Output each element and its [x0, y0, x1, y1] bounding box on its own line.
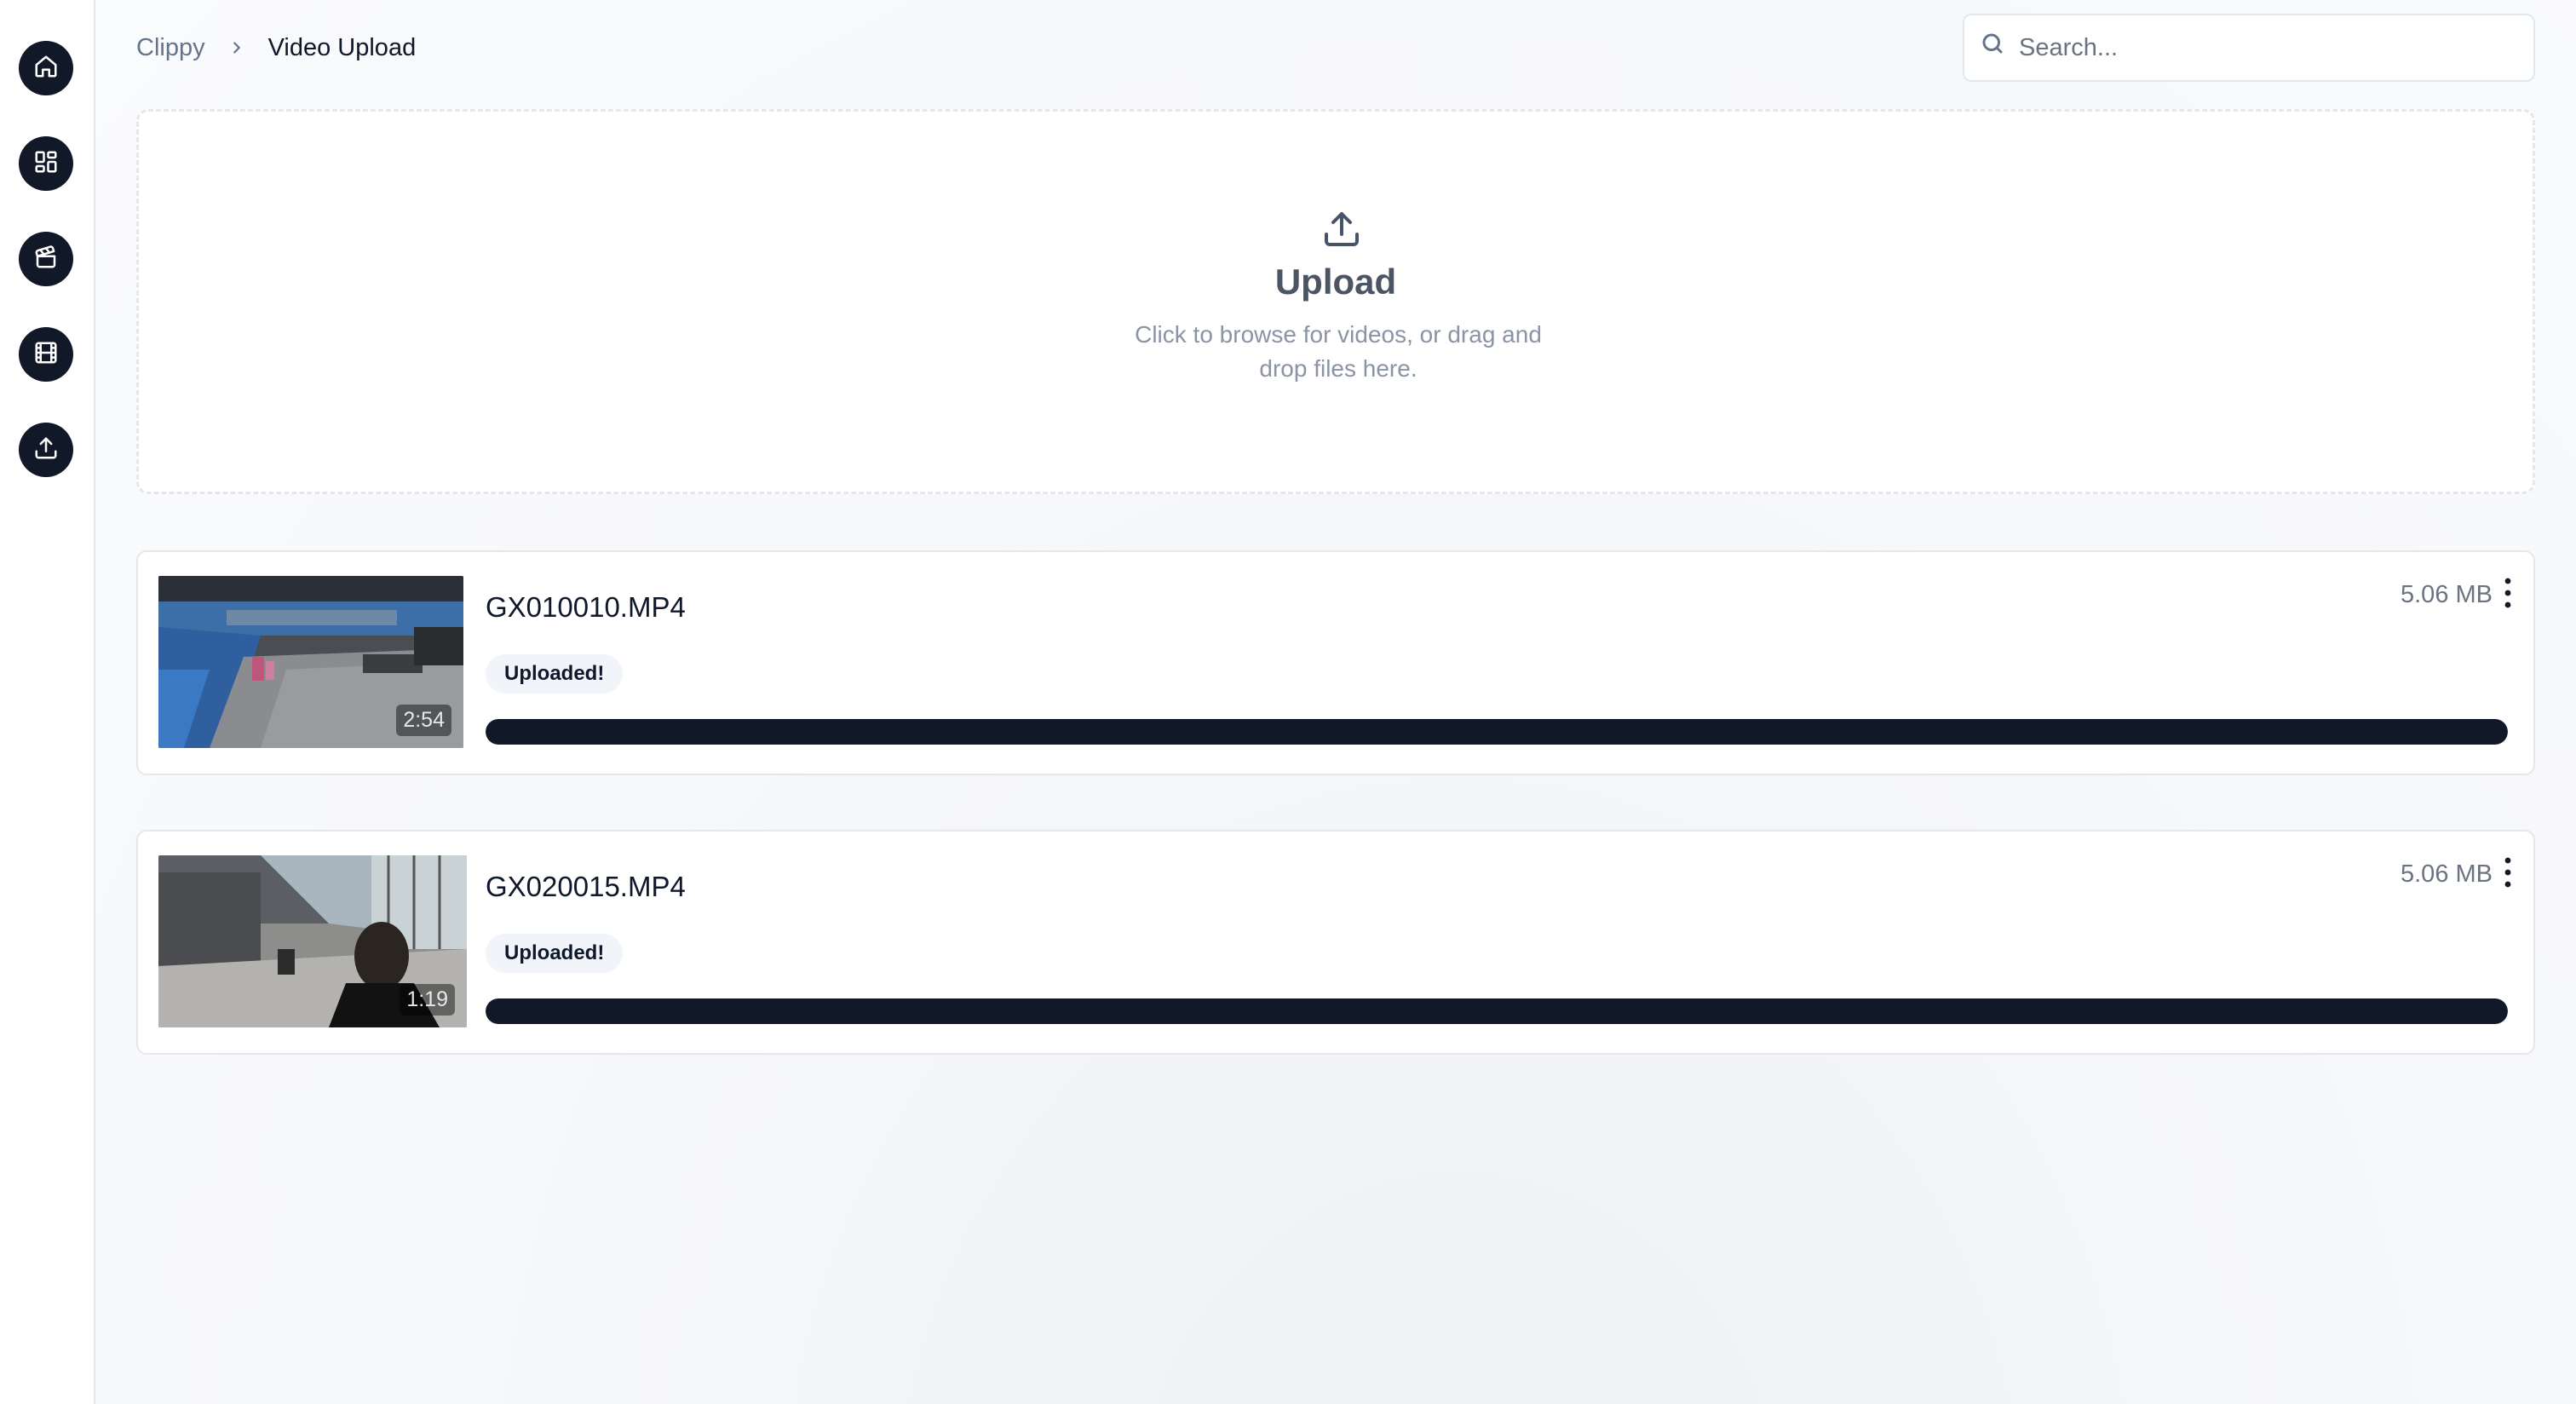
search-icon [1980, 33, 2005, 60]
upload-card: 2:54 GX010010.MP4 Uploaded! 5.06 MB [136, 550, 2535, 775]
chevron-right-icon [227, 38, 246, 57]
dropzone-title: Upload [1274, 262, 1397, 302]
search-box [1963, 14, 2535, 82]
main-content: Clippy Video Upload Upload Click to brow… [95, 0, 2576, 1404]
breadcrumb: Clippy Video Upload [136, 31, 416, 65]
upload-progress-bar [486, 998, 2508, 1024]
sidebar [0, 0, 95, 1404]
upload-icon [33, 435, 59, 465]
video-duration: 1:19 [400, 984, 455, 1016]
sidebar-item-dashboard[interactable] [19, 136, 73, 191]
more-vertical-icon [2504, 578, 2511, 613]
upload-progress-fill [486, 719, 2508, 745]
dropzone-subtitle: Click to browse for videos, or drag and … [1135, 321, 1542, 382]
video-duration: 2:54 [396, 705, 451, 736]
app-root: Clippy Video Upload Upload Click to brow… [0, 0, 2576, 1404]
more-vertical-icon [2504, 857, 2511, 892]
upload-filename: GX020015.MP4 [486, 871, 686, 902]
upload-progress-bar [486, 719, 2508, 745]
search-input[interactable] [2019, 33, 2513, 62]
video-thumbnail[interactable]: 1:19 [158, 855, 467, 1027]
layout-grid-icon [33, 149, 59, 179]
file-size: 5.06 MB [2401, 581, 2493, 608]
upload-card: 1:19 GX020015.MP4 Uploaded! 5.06 MB [136, 830, 2535, 1055]
upload-filename: GX010010.MP4 [486, 591, 686, 623]
more-options-button[interactable] [2498, 857, 2518, 891]
more-options-button[interactable] [2498, 578, 2518, 612]
sidebar-item-film[interactable] [19, 327, 73, 382]
home-icon [33, 54, 59, 83]
upload-icon [1321, 209, 1362, 250]
breadcrumb-current-page: Video Upload [267, 33, 417, 61]
breadcrumb-root-link[interactable]: Clippy [136, 34, 205, 62]
file-size: 5.06 MB [2401, 860, 2493, 888]
status-badge: Uploaded! [486, 934, 624, 973]
video-thumbnail[interactable]: 2:54 [158, 576, 463, 748]
sidebar-item-upload[interactable] [19, 423, 73, 477]
sidebar-item-clapperboard[interactable] [19, 232, 73, 286]
film-icon [33, 340, 59, 370]
status-badge: Uploaded! [486, 654, 624, 693]
sidebar-item-home[interactable] [19, 41, 73, 95]
upload-dropzone[interactable]: Upload Click to browse for videos, or dr… [136, 109, 2535, 494]
clapperboard-icon [33, 245, 59, 274]
upload-progress-fill [486, 998, 2508, 1024]
